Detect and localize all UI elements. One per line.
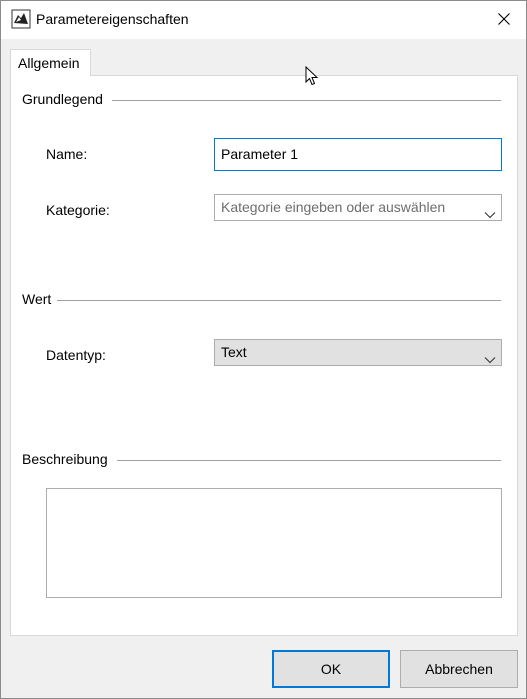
group-title-description: Beschreibung — [22, 451, 108, 467]
cancel-button[interactable]: Abbrechen — [400, 650, 518, 688]
group-divider-value — [57, 300, 501, 301]
tab-label: Allgemein — [18, 55, 80, 71]
category-combobox[interactable]: Kategorie eingeben oder auswählen — [214, 194, 502, 221]
dialog-window: Parametereigenschaften Allgemein Grundle… — [0, 0, 527, 699]
group-title-value: Wert — [22, 291, 52, 307]
rhino-app-icon — [11, 9, 31, 29]
datatype-value: Text — [221, 344, 247, 360]
chevron-down-icon[interactable] — [484, 202, 496, 219]
tab-panel-allgemein: Grundlegend Name: Parameter 1 Kategorie:… — [10, 75, 518, 636]
category-placeholder: Kategorie eingeben oder auswählen — [221, 199, 446, 215]
close-button[interactable] — [481, 1, 526, 39]
tab-allgemein[interactable]: Allgemein — [10, 49, 91, 76]
name-input[interactable]: Parameter 1 — [214, 138, 502, 171]
window-title: Parametereigenschaften — [36, 11, 189, 27]
close-icon — [497, 12, 510, 28]
chevron-down-icon — [484, 347, 496, 364]
group-divider-basic — [112, 100, 501, 101]
name-label: Name: — [46, 146, 88, 162]
cancel-button-label: Abbrechen — [425, 661, 493, 677]
title-bar: Parametereigenschaften — [1, 1, 526, 39]
ok-button[interactable]: OK — [272, 650, 390, 688]
group-divider-description — [117, 460, 501, 461]
group-title-basic: Grundlegend — [22, 91, 103, 107]
datatype-label: Datentyp: — [46, 347, 106, 363]
datatype-dropdown[interactable]: Text — [214, 339, 502, 366]
ok-button-label: OK — [320, 661, 342, 677]
name-input-value: Parameter 1 — [221, 146, 299, 162]
description-textarea[interactable] — [46, 488, 502, 598]
category-label: Kategorie: — [46, 202, 110, 218]
mouse-cursor-icon — [305, 65, 319, 87]
